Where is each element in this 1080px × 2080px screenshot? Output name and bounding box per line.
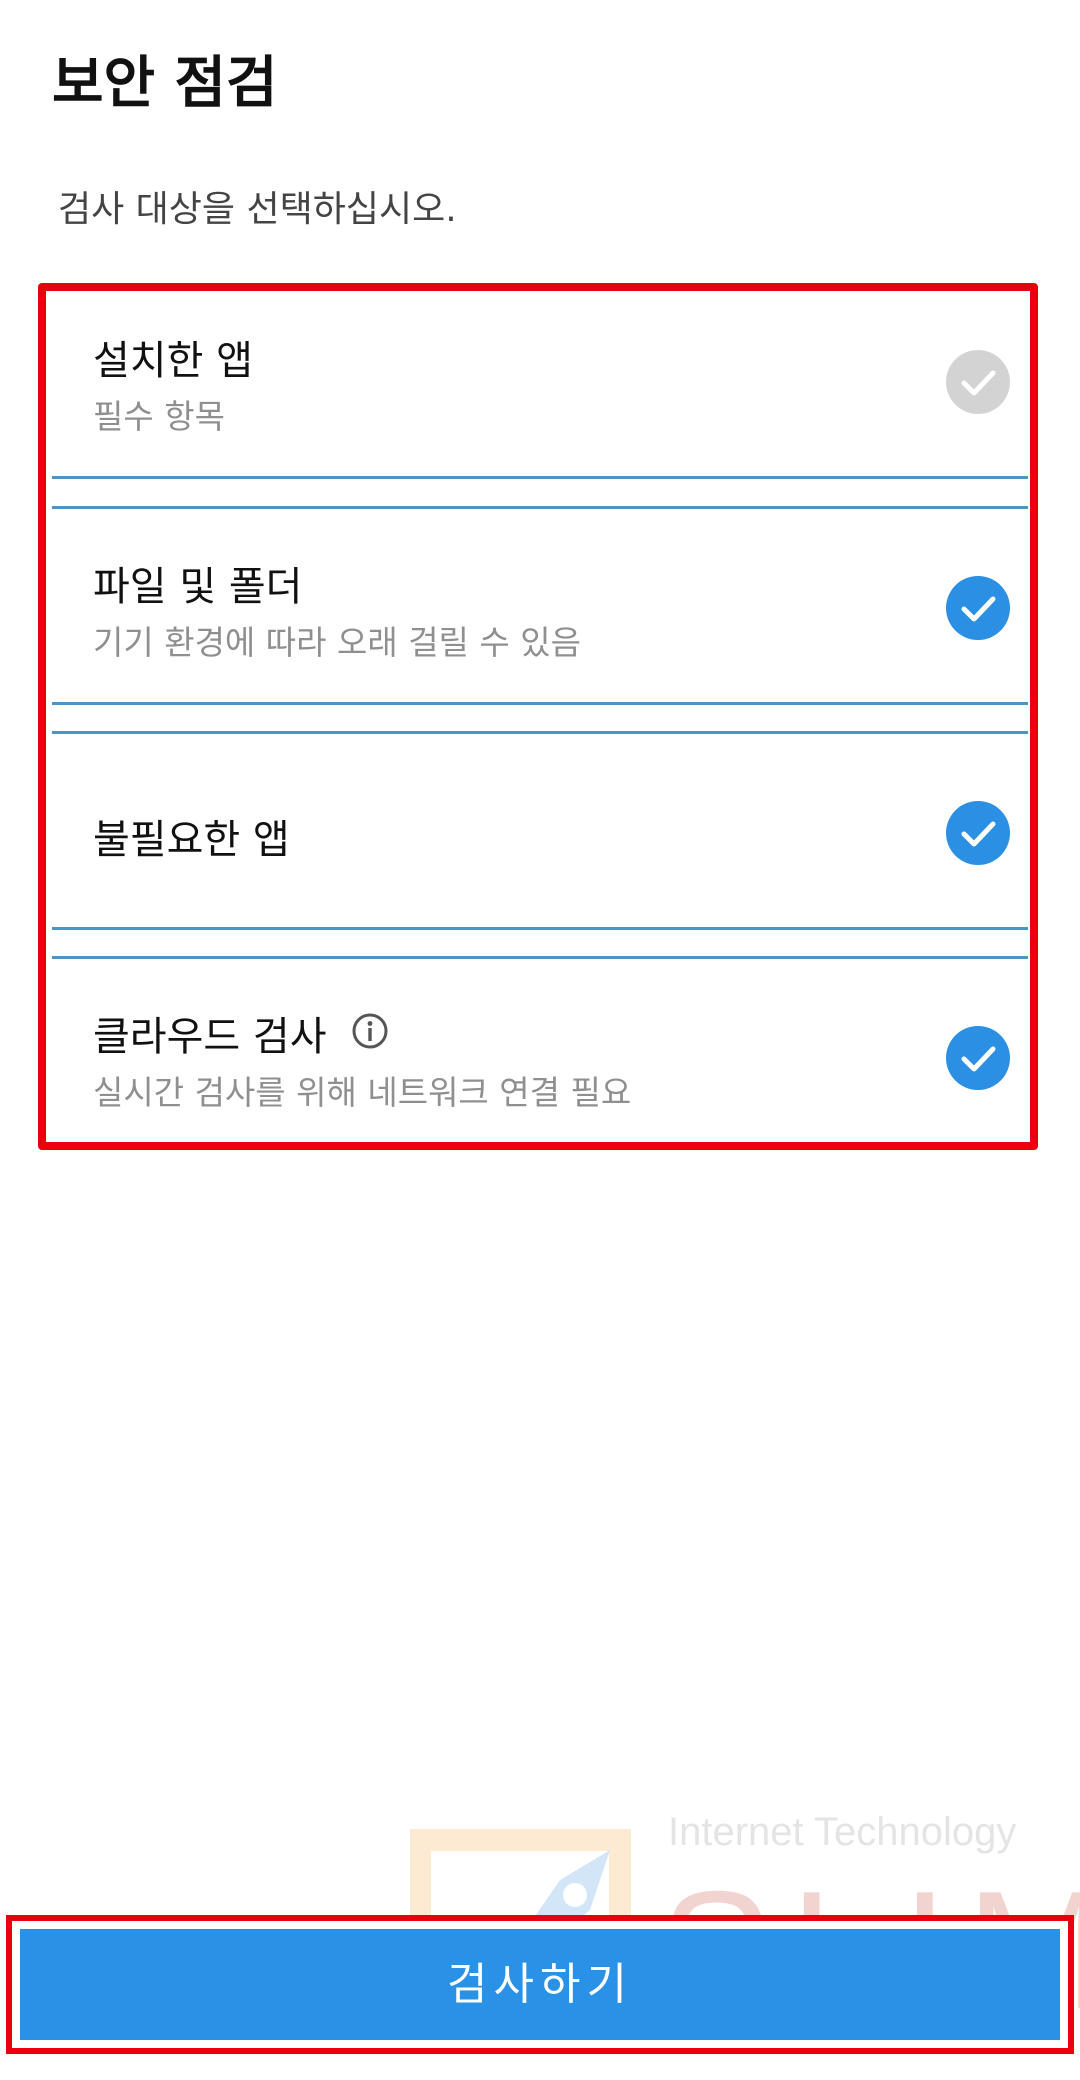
option-installed-apps[interactable]: 설치한 앱 필수 항목 bbox=[52, 292, 1028, 482]
option-title: 불필요한 앱 bbox=[93, 817, 290, 863]
checkbox-checked-icon[interactable] bbox=[946, 576, 1010, 640]
watermark-tagline: Internet Technology bbox=[668, 1810, 1017, 1854]
option-title: 클라우드 검사 bbox=[93, 1014, 327, 1060]
scan-button[interactable]: 검사하기 bbox=[20, 1929, 1060, 2040]
option-description: 실시간 검사를 위해 네트워크 연결 필요 bbox=[93, 1073, 632, 1112]
option-title: 설치한 앱 bbox=[93, 338, 253, 384]
option-divider bbox=[52, 956, 1028, 959]
option-title-row: 클라우드 검사 bbox=[93, 1004, 389, 1062]
option-divider bbox=[52, 731, 1028, 734]
option-cloud-scan[interactable]: 클라우드 검사 실시간 검사를 위해 네트워크 연결 필요 bbox=[52, 956, 1028, 1146]
option-divider bbox=[52, 702, 1028, 705]
option-files-folders[interactable]: 파일 및 폴더 기기 환경에 따라 오래 걸릴 수 있음 bbox=[52, 506, 1028, 730]
page-subtitle: 검사 대상을 선택하십시오. bbox=[58, 189, 457, 230]
option-divider bbox=[52, 476, 1028, 479]
checkbox-checked-icon[interactable] bbox=[946, 801, 1010, 865]
checked-disabled-icon bbox=[946, 350, 1010, 414]
security-scan-screen: 보안 점검 검사 대상을 선택하십시오. 설치한 앱 필수 항목 파일 및 폴더… bbox=[0, 0, 1080, 2080]
option-description: 필수 항목 bbox=[93, 397, 225, 436]
info-icon[interactable] bbox=[351, 1012, 389, 1060]
option-description: 기기 환경에 따라 오래 걸릴 수 있음 bbox=[93, 623, 581, 662]
option-title: 파일 및 폴더 bbox=[93, 564, 303, 610]
checkbox-checked-icon[interactable] bbox=[946, 1026, 1010, 1090]
option-unnecessary-apps[interactable]: 불필요한 앱 bbox=[52, 731, 1028, 956]
page-title: 보안 점검 bbox=[52, 51, 278, 116]
option-divider bbox=[52, 506, 1028, 509]
option-divider bbox=[52, 927, 1028, 930]
